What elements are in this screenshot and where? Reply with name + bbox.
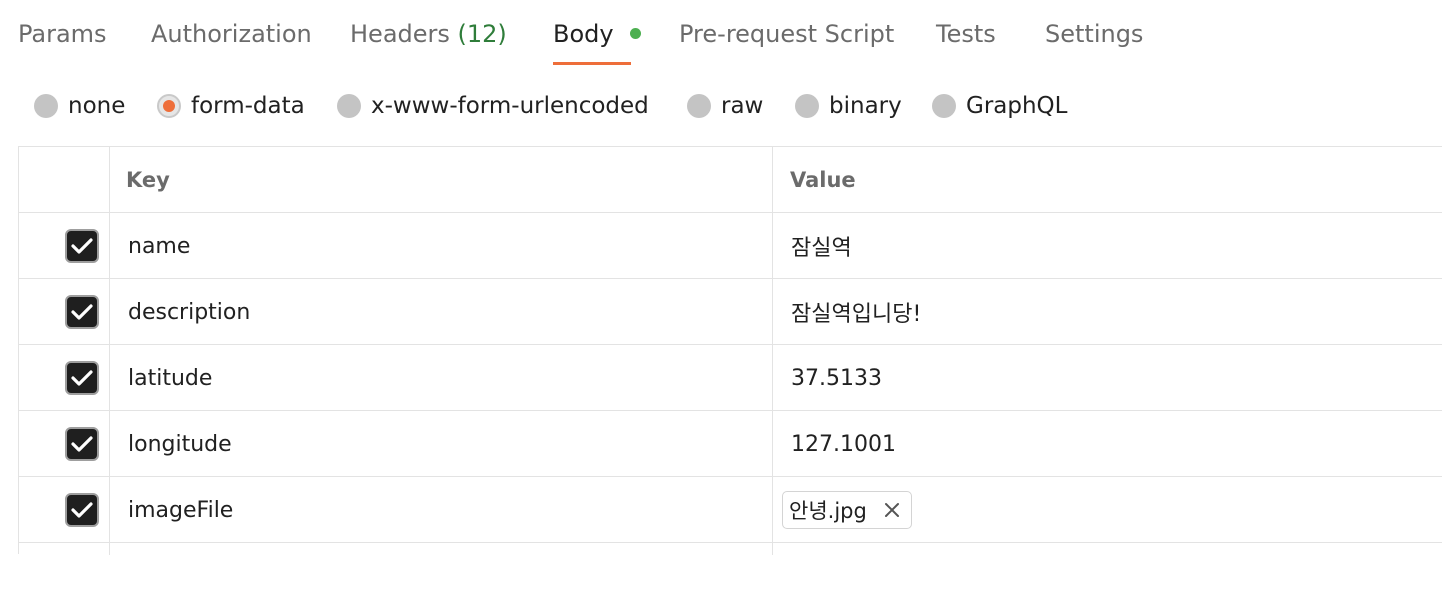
request-tabs: Params Authorization Headers (12) Body P… xyxy=(0,0,1442,68)
tab-body[interactable]: Body xyxy=(553,16,642,52)
row-value[interactable]: 37.5133 xyxy=(791,345,882,411)
radio-label: raw xyxy=(721,93,764,119)
table-row: name 잠실역 xyxy=(19,213,1442,279)
radio-button-icon xyxy=(687,94,711,118)
row-value[interactable]: 잠실역입니당! xyxy=(791,279,921,345)
table-row: imageFile 안녕.jpg xyxy=(19,477,1442,543)
row-key[interactable]: description xyxy=(128,279,250,345)
radio-raw[interactable]: raw xyxy=(687,84,763,128)
tab-body-label: Body xyxy=(553,20,614,48)
tab-headers[interactable]: Headers (12) xyxy=(350,16,507,52)
radio-label: x-www-form-urlencoded xyxy=(371,93,649,119)
radio-button-icon xyxy=(34,94,58,118)
row-enable-cell xyxy=(65,279,99,345)
row-enable-cell xyxy=(65,213,99,279)
row-value-file-cell: 안녕.jpg xyxy=(782,477,912,543)
radio-form-data[interactable]: form-data xyxy=(157,84,305,128)
tab-settings[interactable]: Settings xyxy=(1045,16,1143,52)
row-enable-checkbox[interactable] xyxy=(65,427,99,461)
check-icon xyxy=(71,370,93,386)
row-enable-checkbox[interactable] xyxy=(65,361,99,395)
row-enable-cell xyxy=(65,345,99,411)
form-data-table: Key Value name 잠실역 description 잠실역입니당! l… xyxy=(18,146,1442,555)
check-icon xyxy=(71,502,93,518)
active-tab-underline xyxy=(553,62,631,65)
close-icon[interactable] xyxy=(883,501,901,519)
column-header-value: Value xyxy=(790,168,856,192)
headers-count-badge: (12) xyxy=(457,20,507,48)
check-icon xyxy=(71,304,93,320)
row-enable-cell xyxy=(65,411,99,477)
radio-button-icon xyxy=(932,94,956,118)
radio-button-icon xyxy=(795,94,819,118)
row-key[interactable]: longitude xyxy=(128,411,232,477)
tab-params[interactable]: Params xyxy=(18,16,107,52)
radio-button-selected-icon xyxy=(157,94,181,118)
row-value[interactable]: 잠실역 xyxy=(791,213,852,279)
row-key[interactable]: latitude xyxy=(128,345,212,411)
radio-button-icon xyxy=(337,94,361,118)
tab-headers-label: Headers xyxy=(350,20,450,48)
row-enable-checkbox[interactable] xyxy=(65,295,99,329)
row-enable-checkbox[interactable] xyxy=(65,493,99,527)
tab-pre-request-script[interactable]: Pre-request Script xyxy=(679,16,894,52)
body-type-radio-group: none form-data x-www-form-urlencoded raw… xyxy=(0,84,1442,128)
check-icon xyxy=(71,238,93,254)
tab-tests[interactable]: Tests xyxy=(936,16,996,52)
row-key[interactable]: name xyxy=(128,213,190,279)
row-key[interactable]: imageFile xyxy=(128,477,233,543)
check-icon xyxy=(71,436,93,452)
radio-label: binary xyxy=(829,93,902,119)
file-name: 안녕.jpg xyxy=(789,499,867,523)
table-header-row: Key Value xyxy=(19,147,1442,213)
radio-label: none xyxy=(68,93,126,119)
row-enable-checkbox[interactable] xyxy=(65,229,99,263)
modified-indicator-dot xyxy=(630,27,642,39)
column-header-key: Key xyxy=(126,168,170,192)
radio-binary[interactable]: binary xyxy=(795,84,902,128)
row-enable-cell xyxy=(65,477,99,543)
radio-none[interactable]: none xyxy=(34,84,125,128)
table-row-empty[interactable] xyxy=(19,543,1442,609)
table-row: latitude 37.5133 xyxy=(19,345,1442,411)
table-row: longitude 127.1001 xyxy=(19,411,1442,477)
file-chip[interactable]: 안녕.jpg xyxy=(782,491,912,529)
radio-label: GraphQL xyxy=(966,93,1068,119)
row-value[interactable]: 127.1001 xyxy=(791,411,896,477)
radio-x-www-form-urlencoded[interactable]: x-www-form-urlencoded xyxy=(337,84,649,128)
tab-authorization[interactable]: Authorization xyxy=(151,16,312,52)
table-row: description 잠실역입니당! xyxy=(19,279,1442,345)
radio-label: form-data xyxy=(191,93,305,119)
radio-graphql[interactable]: GraphQL xyxy=(932,84,1067,128)
